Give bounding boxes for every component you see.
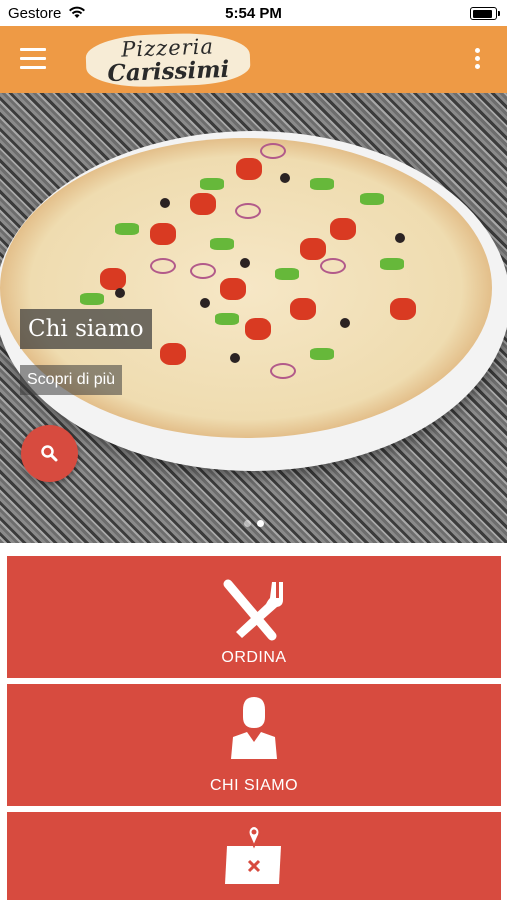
app-header: Pizzeria Carissimi [0, 26, 507, 93]
search-icon [41, 445, 58, 462]
status-time: 5:54 PM [225, 5, 282, 22]
map-pin-icon [7, 824, 501, 893]
slide-dot-1[interactable] [243, 520, 251, 527]
slider-dots [0, 514, 507, 532]
hero-slider[interactable]: Chi siamo Scopri di più [0, 93, 507, 543]
tile-chi-siamo[interactable]: CHI SIAMO [7, 684, 501, 806]
slide-title: Chi siamo [20, 309, 152, 349]
tile-chi-siamo-label: CHI SIAMO [209, 777, 299, 794]
fork-knife-icon [7, 578, 501, 647]
hamburger-menu-icon[interactable] [20, 48, 46, 70]
person-icon [7, 697, 501, 764]
slide-dot-2[interactable] [256, 520, 264, 527]
search-button[interactable] [21, 425, 78, 482]
logo-line-2: Carissimi [107, 55, 230, 88]
tile-ordina-label: ORDINA [221, 649, 287, 666]
discover-more-link[interactable]: Scopri di più [20, 365, 123, 395]
pizzeria-logo: Pizzeria Carissimi [85, 31, 251, 89]
status-bar: Gestore 5:54 PM [0, 0, 507, 26]
tile-ordina[interactable]: ORDINA [7, 556, 501, 678]
menu-tiles: ORDINA CHI SIAMO [0, 543, 507, 900]
battery-icon [470, 7, 500, 20]
kebab-menu-icon[interactable] [475, 48, 481, 70]
tile-map[interactable] [7, 812, 501, 900]
